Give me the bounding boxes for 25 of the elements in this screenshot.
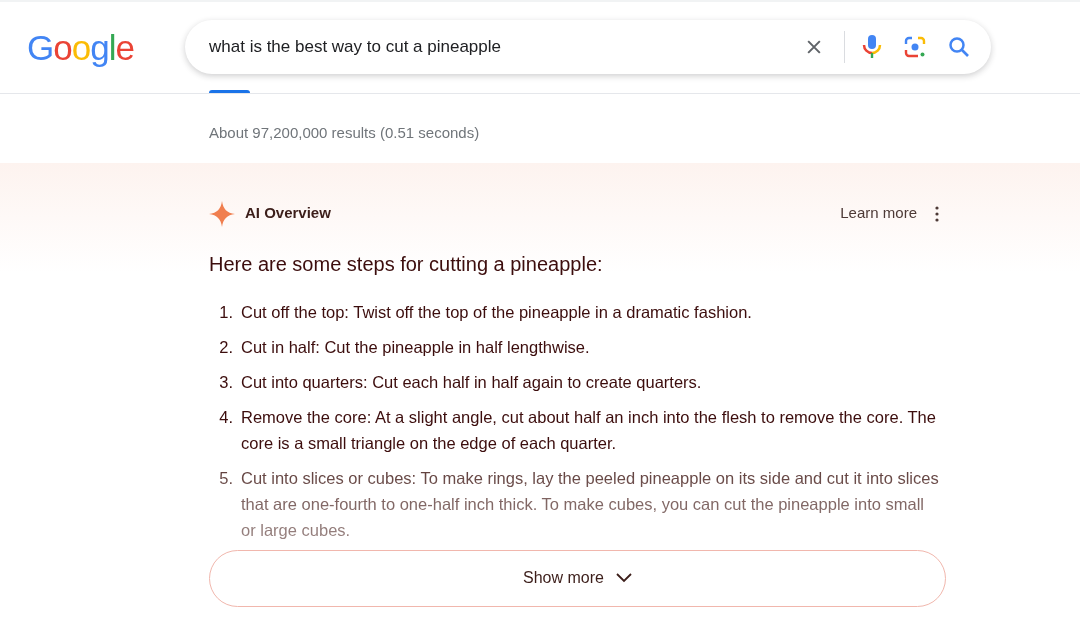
step-text: Cut into quarters: Cut each half in half again to create quarters. [241, 371, 702, 393]
search-field[interactable]: what is the best way to cut a pineapple [185, 20, 991, 74]
sparkle-icon [209, 200, 235, 227]
search-input[interactable]: what is the best way to cut a pineapple [209, 34, 804, 60]
learn-more-link[interactable]: Learn more [840, 202, 917, 225]
step-number: 1. [218, 301, 234, 323]
step-text: Remove the core: At a slight angle, cut about half an inch into the flesh to remove the core. The core is a small triangle on the edge of each quarter. [241, 406, 937, 454]
step-number: 3. [218, 371, 234, 393]
step-number: 4. [218, 406, 234, 428]
google-logo[interactable]: Google [27, 28, 185, 68]
tab-indicator [209, 90, 250, 93]
results-count: About 97,200,000 results (0.51 seconds) [209, 123, 481, 143]
show-more-button[interactable]: Show more [209, 549, 946, 607]
camera-icon[interactable] [903, 35, 927, 59]
more-options-icon[interactable] [935, 205, 939, 222]
microphone-icon[interactable] [861, 34, 883, 60]
step-number: 2. [218, 336, 234, 358]
step-text: Cut off the top: Twist off the top of the pineapple in a dramatic fashion. [241, 301, 752, 323]
ai-overview-title: AI Overview [245, 203, 331, 224]
chevron-down-icon [615, 573, 632, 583]
step-text: Cut in half: Cut the pineapple in half lengthwise. [241, 336, 590, 358]
step-number: 5. [218, 467, 234, 489]
overview-heading: Here are some steps for cutting a pineapple: [209, 251, 604, 277]
search-icon[interactable] [947, 35, 971, 59]
step-text: Cut into slices or cubes: To make rings, lay the peeled pineapple on its side and cut it into slices that are one-fourth to one-half inch thick. To make cubes, you can cut the pineapple into small or large cubes. [241, 467, 939, 541]
